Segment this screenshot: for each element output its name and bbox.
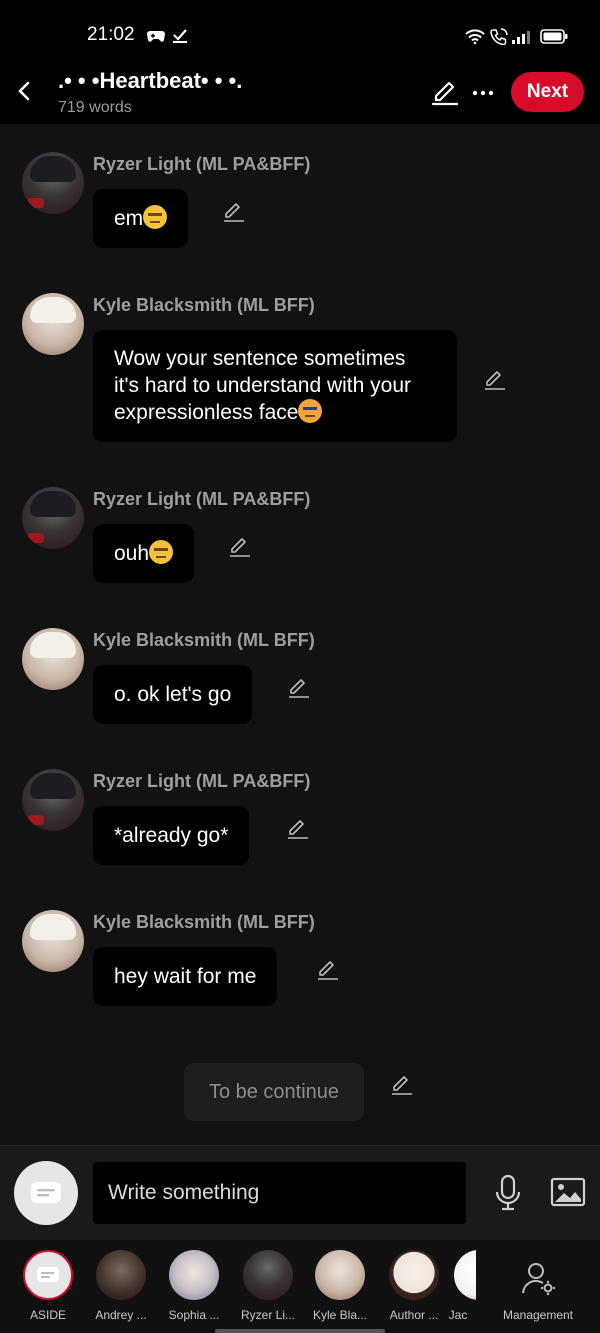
message-bubble[interactable]: hey wait for me bbox=[93, 947, 278, 1006]
continue-text[interactable]: To be continue bbox=[184, 1063, 364, 1121]
story-title: .• • •Heartbeat• • •. bbox=[58, 68, 243, 93]
aside-icon bbox=[31, 1182, 61, 1203]
more-options-icon[interactable] bbox=[470, 78, 496, 108]
home-indicator bbox=[215, 1329, 385, 1333]
avatar-hair bbox=[30, 914, 76, 940]
character-bar: ASIDE Andrey ... Sophia ... Ryzer Li... … bbox=[0, 1240, 600, 1333]
character-label: Sophia ... bbox=[168, 1308, 220, 1322]
avatar bbox=[243, 1250, 293, 1300]
character-label: Ryzer Li... bbox=[240, 1308, 295, 1322]
back-arrow-icon[interactable] bbox=[10, 76, 38, 106]
message-text: o. ok let's go bbox=[114, 683, 232, 706]
character-label: Andrey ... bbox=[95, 1308, 147, 1322]
gamepad-icon bbox=[147, 31, 165, 42]
edit-message-icon[interactable] bbox=[287, 676, 311, 700]
message-bubble[interactable]: o. ok let's go bbox=[93, 665, 253, 724]
avatar[interactable] bbox=[22, 293, 84, 355]
message-bubble[interactable]: *already go* bbox=[93, 806, 250, 865]
message-text: Wow your sentence sometimes it's hard to… bbox=[114, 347, 412, 424]
expressionless-face-icon bbox=[143, 205, 168, 229]
message-text: ouh bbox=[114, 542, 150, 565]
message-text: *already go* bbox=[114, 824, 229, 847]
header-bar: .• • •Heartbeat• • •. 719 words Next bbox=[0, 62, 600, 124]
message-bubble[interactable]: ouh bbox=[93, 524, 195, 583]
status-bar: 21:02 bbox=[0, 0, 600, 62]
management-label[interactable]: Management bbox=[497, 1308, 579, 1322]
microphone-icon[interactable] bbox=[493, 1174, 523, 1212]
avatar[interactable] bbox=[22, 628, 84, 690]
message-input[interactable] bbox=[93, 1162, 466, 1224]
message-bubble[interactable]: Wow your sentence sometimes it's hard to… bbox=[93, 330, 457, 442]
message-text: hey wait for me bbox=[114, 965, 257, 988]
sender-name: Ryzer Light (ML PA&BFF) bbox=[93, 771, 311, 791]
word-count: 719 words bbox=[58, 99, 132, 116]
edit-message-icon[interactable] bbox=[228, 535, 252, 559]
wifi-icon bbox=[465, 29, 485, 44]
sender-name: Kyle Blacksmith (ML BFF) bbox=[93, 295, 315, 315]
character-jac[interactable]: Jac bbox=[440, 1250, 476, 1330]
edit-message-icon[interactable] bbox=[222, 200, 246, 224]
edit-message-icon[interactable] bbox=[483, 368, 507, 392]
avatar[interactable] bbox=[22, 769, 84, 831]
avatar[interactable] bbox=[22, 152, 84, 214]
status-time: 21:02 bbox=[87, 24, 135, 45]
sender-name: Ryzer Light (ML PA&BFF) bbox=[93, 154, 311, 174]
character-ryzer[interactable]: Ryzer Li... bbox=[232, 1250, 304, 1330]
message-text: em bbox=[114, 207, 144, 230]
aside-toggle-button[interactable] bbox=[14, 1161, 78, 1225]
avatar bbox=[315, 1250, 365, 1300]
avatar-hair bbox=[30, 297, 76, 323]
edit-message-icon[interactable] bbox=[316, 958, 340, 982]
avatar-hair bbox=[30, 156, 76, 182]
avatar bbox=[169, 1250, 219, 1300]
edit-message-icon[interactable] bbox=[286, 817, 310, 841]
avatar bbox=[23, 1250, 73, 1300]
avatar[interactable] bbox=[22, 487, 84, 549]
wifi-call-icon bbox=[490, 28, 508, 45]
edit-continue-icon[interactable] bbox=[390, 1073, 414, 1097]
character-label: Kyle Bla... bbox=[312, 1308, 368, 1322]
avatar-hair bbox=[30, 632, 76, 658]
management-icon[interactable] bbox=[520, 1260, 556, 1296]
character-aside[interactable]: ASIDE bbox=[12, 1250, 84, 1330]
aside-icon bbox=[37, 1267, 59, 1282]
character-andrey[interactable]: Andrey ... bbox=[85, 1250, 157, 1330]
character-label: ASIDE bbox=[29, 1308, 66, 1322]
next-button[interactable]: Next bbox=[511, 72, 584, 112]
sender-name: Kyle Blacksmith (ML BFF) bbox=[93, 630, 315, 650]
signal-icon bbox=[512, 31, 530, 44]
character-label: Jac bbox=[448, 1308, 468, 1322]
download-done-icon bbox=[173, 29, 187, 43]
avatar bbox=[454, 1250, 476, 1300]
message-bubble[interactable]: em bbox=[93, 189, 189, 248]
battery-icon bbox=[540, 29, 568, 44]
avatar bbox=[96, 1250, 146, 1300]
edit-title-icon[interactable] bbox=[430, 78, 460, 108]
avatar[interactable] bbox=[22, 910, 84, 972]
avatar-hair bbox=[30, 491, 76, 517]
avatar bbox=[389, 1250, 439, 1300]
character-kyle[interactable]: Kyle Bla... bbox=[304, 1250, 376, 1330]
sender-name: Kyle Blacksmith (ML BFF) bbox=[93, 912, 315, 932]
image-upload-icon[interactable] bbox=[550, 1176, 586, 1208]
character-sophia[interactable]: Sophia ... bbox=[158, 1250, 230, 1330]
avatar-hair bbox=[30, 773, 76, 799]
expressionless-face-icon bbox=[149, 540, 174, 564]
sender-name: Ryzer Light (ML PA&BFF) bbox=[93, 489, 311, 509]
disappointed-face-icon bbox=[298, 399, 323, 423]
composer-bar bbox=[0, 1145, 600, 1240]
